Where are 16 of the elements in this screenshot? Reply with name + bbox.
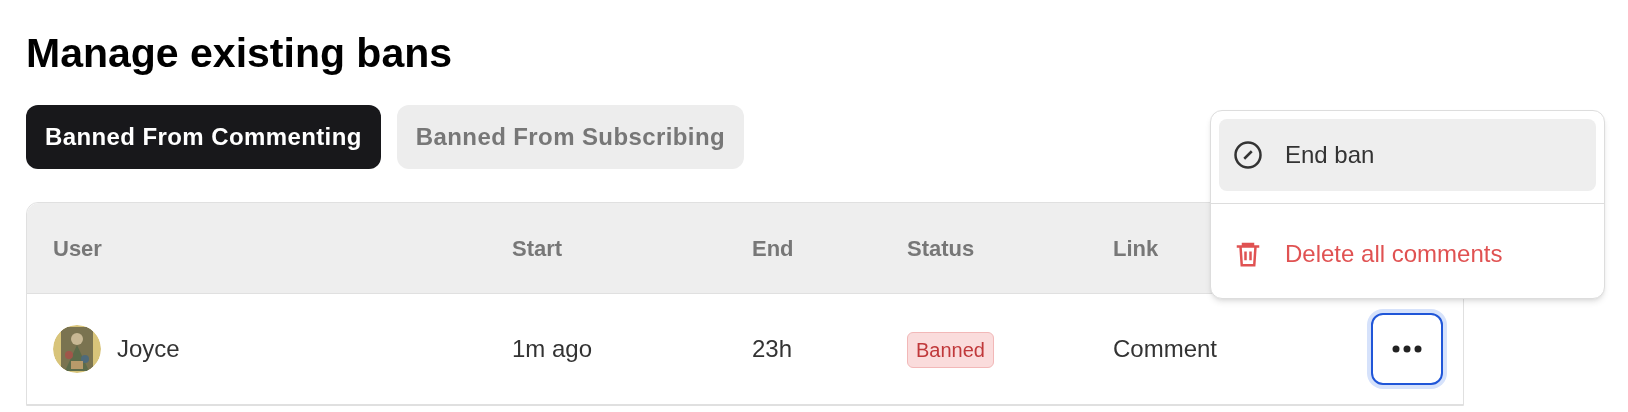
column-header: Status bbox=[907, 234, 975, 263]
column-header: End bbox=[752, 234, 794, 263]
link-cell-text: Comment bbox=[1113, 334, 1218, 365]
menu-item[interactable]: End ban bbox=[1219, 119, 1596, 191]
ban-icon bbox=[1233, 140, 1263, 170]
status-badge: Banned bbox=[907, 331, 994, 368]
more-icon bbox=[1392, 345, 1422, 354]
column-header: Start bbox=[512, 234, 563, 263]
column-header: Link bbox=[1113, 234, 1159, 263]
tab[interactable]: Banned From Commenting bbox=[26, 105, 381, 170]
user-name: Joyce bbox=[117, 334, 180, 365]
column-header: User bbox=[53, 234, 102, 263]
end-cell-text: 23h bbox=[752, 334, 794, 365]
tab[interactable]: Banned From Subscribing bbox=[396, 105, 745, 170]
start-cell-text: 1m ago bbox=[512, 334, 594, 365]
page-title: Manage existing bans bbox=[26, 29, 454, 78]
